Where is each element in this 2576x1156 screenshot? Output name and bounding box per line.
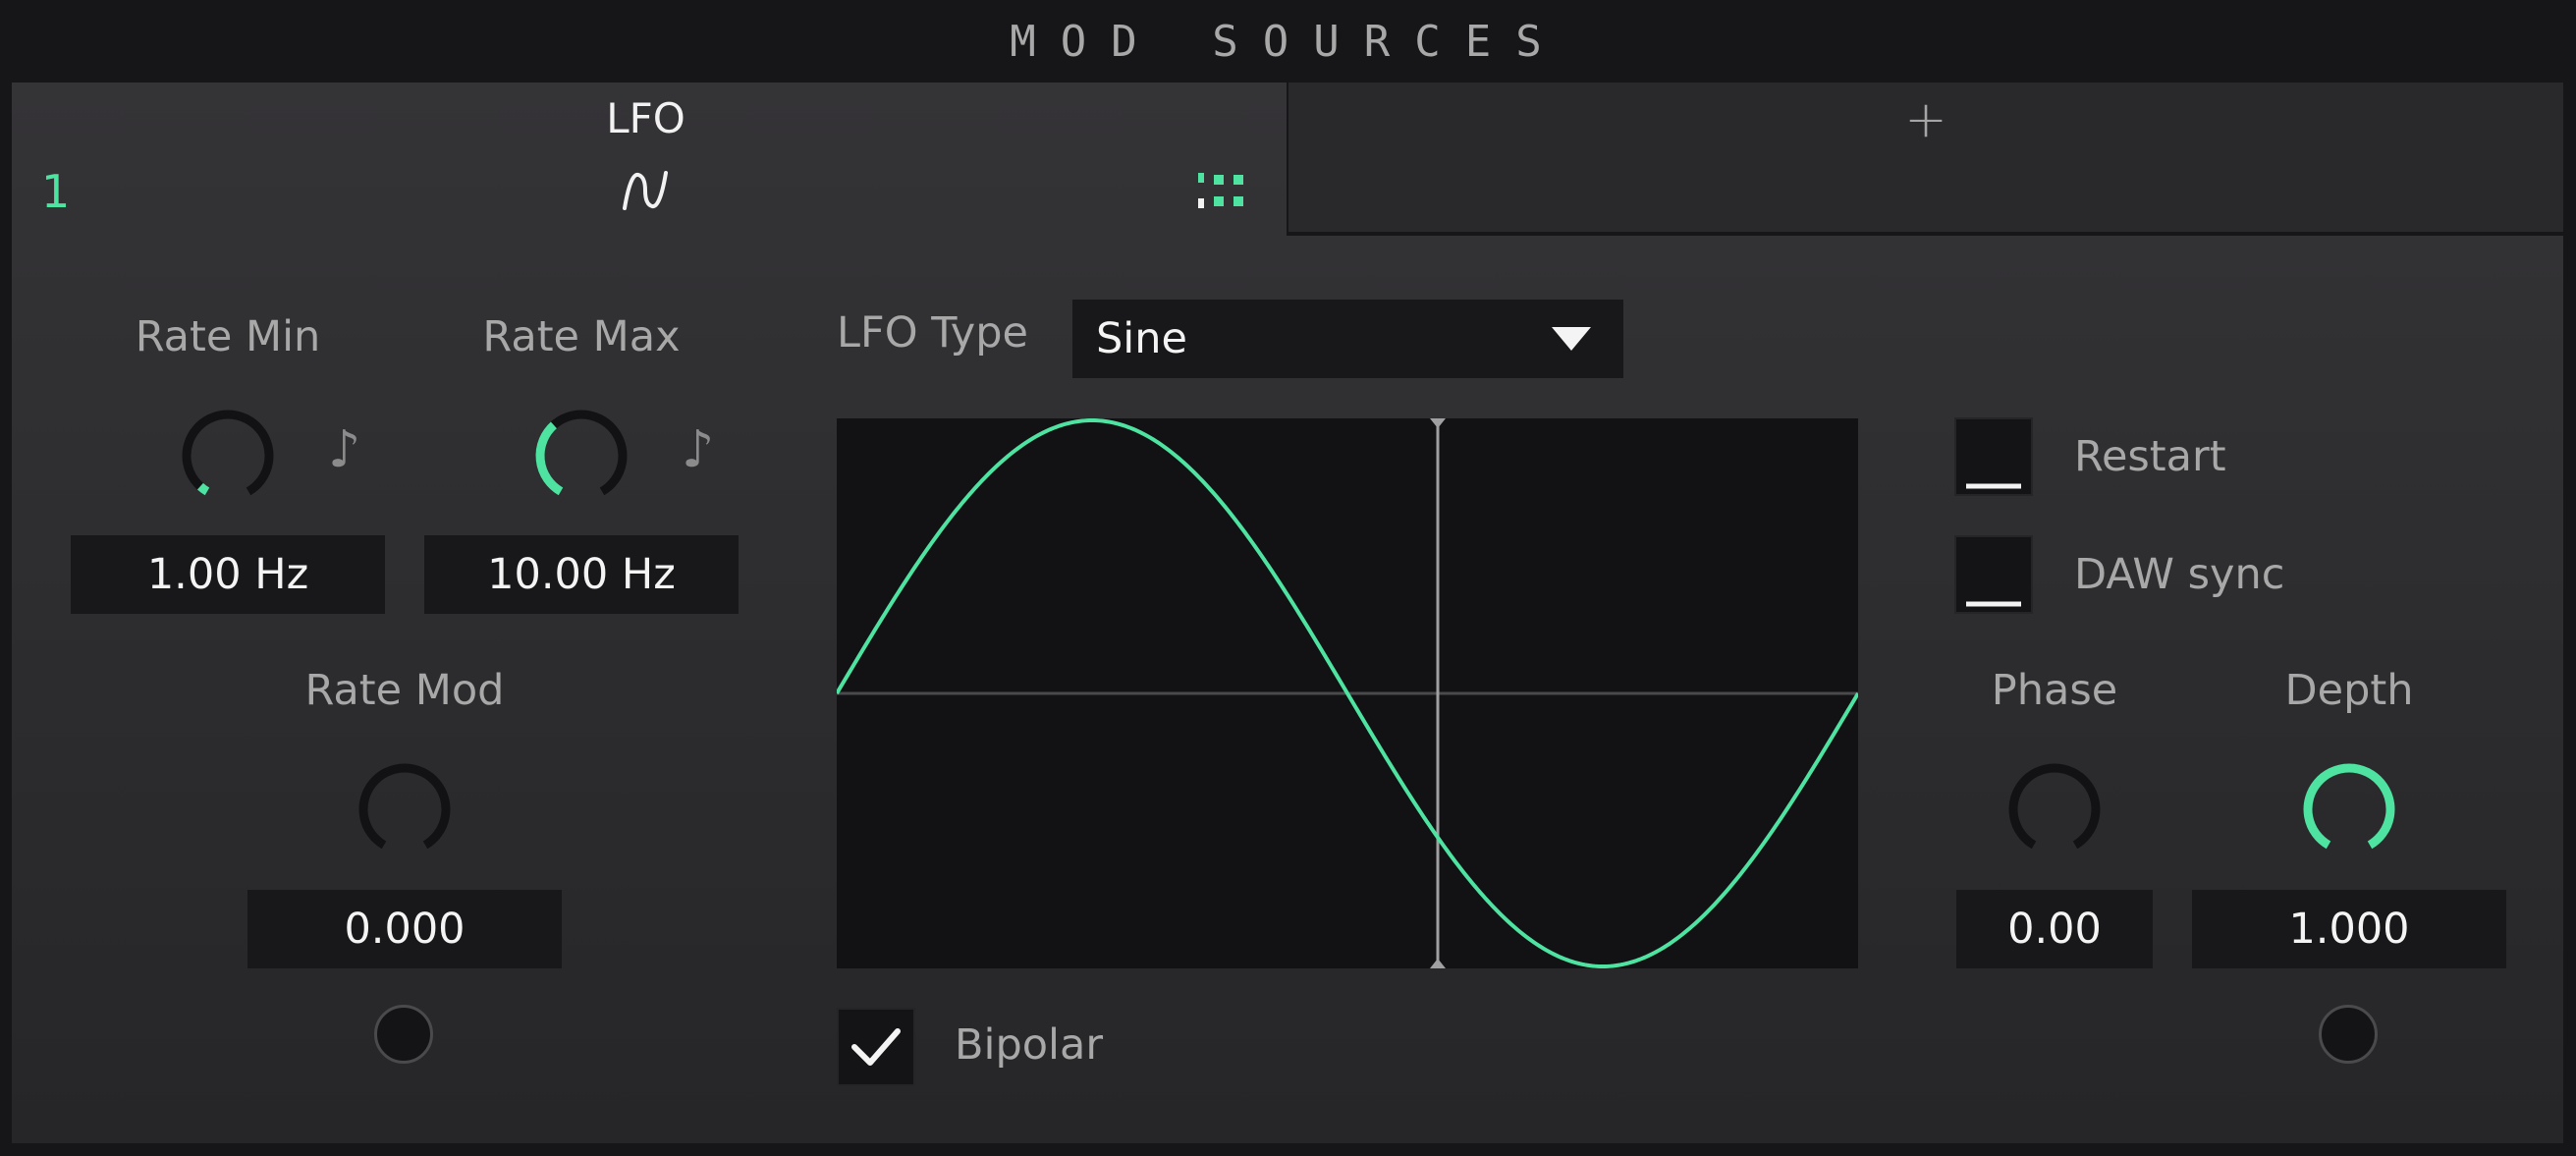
depth-knob[interactable]	[2298, 758, 2400, 860]
phase-marker-bottom	[1430, 959, 1446, 968]
page-title: MOD SOURCES	[0, 0, 2576, 83]
phase-value[interactable]: 0.00	[1956, 890, 2153, 968]
rate-min-knob[interactable]	[177, 405, 279, 507]
slot-number: 1	[41, 165, 71, 218]
rate-mod-value[interactable]: 0.000	[247, 890, 562, 968]
grid-dots-icon[interactable]	[1196, 171, 1257, 212]
rate-min-sync-icon[interactable]: ♪	[328, 420, 360, 479]
checkmark-icon	[851, 1028, 901, 1066]
restart-label: Restart	[2074, 432, 2226, 481]
rate-max-sync-icon[interactable]: ♪	[682, 420, 714, 479]
rate-min-label: Rate Min	[135, 312, 321, 361]
lfo-type-dropdown[interactable]: Sine	[1072, 300, 1623, 378]
rate-max-label: Rate Max	[482, 312, 681, 361]
page-title-text: MOD SOURCES	[1010, 16, 1566, 67]
depth-value[interactable]: 1.000	[2192, 890, 2506, 968]
chevron-down-icon	[1552, 327, 1591, 351]
bipolar-label: Bipolar	[955, 1020, 1104, 1070]
knob-value-arc	[196, 482, 210, 496]
daw-sync-label: DAW sync	[2074, 550, 2285, 599]
knob-track	[182, 410, 274, 496]
lfo-waveform-display	[837, 418, 1858, 968]
rate-max-value[interactable]: 10.00 Hz	[424, 535, 739, 614]
knob-value-arc	[2303, 763, 2395, 850]
phase-label: Phase	[1991, 666, 2118, 715]
rate-mod-modulation-button[interactable]	[374, 1005, 433, 1064]
lfo-type-label: LFO Type	[837, 308, 1028, 358]
rate-mod-knob[interactable]	[354, 758, 456, 860]
sine-wave-icon	[623, 171, 668, 210]
knob-value-arc	[535, 421, 564, 496]
knob-track	[2008, 763, 2101, 850]
restart-checkbox[interactable]	[1954, 417, 2033, 496]
bipolar-checkbox[interactable]	[837, 1008, 915, 1086]
daw-sync-checkbox[interactable]	[1954, 535, 2033, 614]
rate-max-knob[interactable]	[530, 405, 632, 507]
unchecked-line-icon	[1966, 483, 2021, 489]
knob-track	[358, 763, 451, 850]
empty-tab[interactable]: +	[1288, 83, 2563, 232]
lfo-type-selected: Sine	[1096, 314, 1187, 363]
rate-min-value[interactable]: 1.00 Hz	[71, 535, 385, 614]
add-tab-button[interactable]: +	[1904, 94, 1947, 232]
depth-modulation-button[interactable]	[2319, 1005, 2378, 1064]
phase-marker-top	[1430, 418, 1446, 428]
rate-mod-label: Rate Mod	[304, 666, 505, 715]
depth-label: Depth	[2284, 666, 2414, 715]
unchecked-line-icon	[1966, 601, 2021, 607]
phase-knob[interactable]	[2003, 758, 2106, 860]
tab-lfo-title[interactable]: LFO	[550, 94, 741, 142]
